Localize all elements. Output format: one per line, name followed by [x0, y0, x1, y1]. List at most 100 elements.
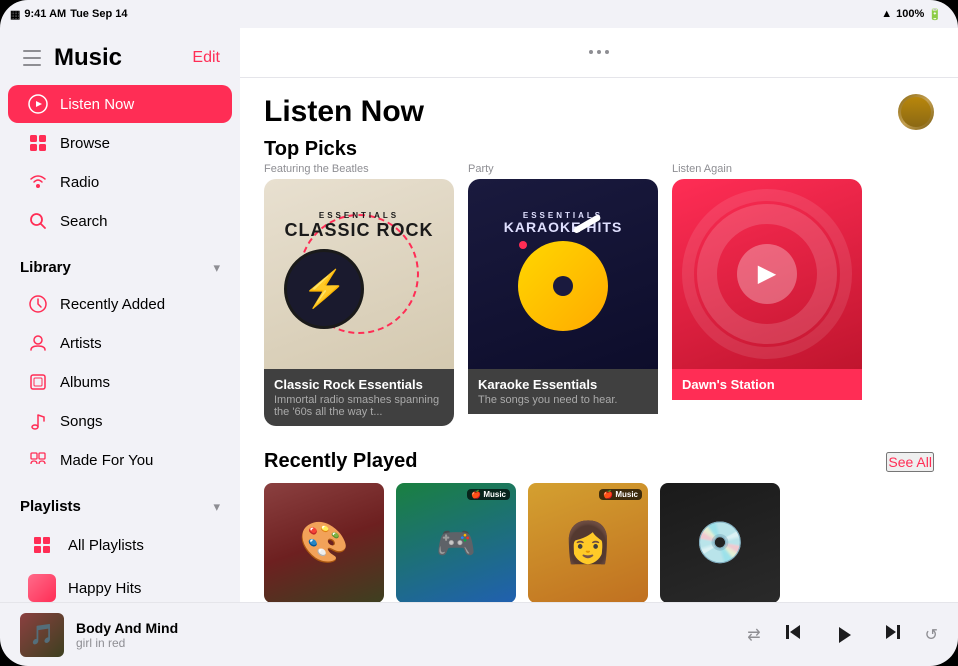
- now-playing-bar: 🎵 Body And Mind girl in red ⇄: [0, 602, 958, 666]
- sidebar-toggle-icon[interactable]: [20, 46, 44, 70]
- album-thumb-2[interactable]: 🎮 🍎Music: [396, 483, 516, 602]
- card-party-image: ESSENTIALS KARAOKE HITS: [468, 179, 658, 369]
- card-karaoke[interactable]: ESSENTIALS KARAOKE HITS K: [468, 179, 658, 426]
- nav-label-recently-added: Recently Added: [60, 296, 165, 313]
- now-playing-artist: girl in red: [76, 636, 735, 650]
- nav-section: Listen Now Browse: [0, 80, 240, 245]
- nav-label-listen-now: Listen Now: [60, 96, 134, 113]
- nav-label-made-for-you: Made For You: [60, 452, 153, 469]
- nav-label-songs: Songs: [60, 413, 103, 430]
- nav-item-albums[interactable]: Albums: [8, 363, 232, 401]
- albums-icon: [28, 372, 48, 392]
- status-bar: ▦ 9:41 AM Tue Sep 14 ▲ 100% 🔋: [0, 0, 958, 28]
- card-karaoke-label: Karaoke Essentials The songs you need to…: [468, 369, 658, 414]
- playlist-item-all[interactable]: All Playlists: [8, 524, 232, 566]
- repeat-button[interactable]: ↺: [925, 625, 938, 645]
- nav-label-albums: Albums: [60, 374, 110, 391]
- edit-button[interactable]: Edit: [192, 49, 220, 67]
- app-title: Music: [54, 44, 122, 72]
- card-sub-label-1: Party: [468, 163, 658, 175]
- sidebar: Music Edit Listen Now: [0, 28, 240, 602]
- library-chevron-icon: ▾: [213, 260, 220, 276]
- listen-now-icon: [28, 94, 48, 114]
- now-playing-info: Body And Mind girl in red: [76, 620, 735, 650]
- card-sub-labels: Featuring the Beatles Party Listen Again: [264, 163, 934, 175]
- happy-hits-thumb: [28, 574, 56, 602]
- nav-label-radio: Radio: [60, 174, 99, 191]
- library-title: Library: [20, 259, 71, 276]
- more-options-menu[interactable]: [589, 50, 609, 54]
- now-playing-thumb: 🎵: [20, 613, 64, 657]
- wifi-icon: ▲: [881, 8, 892, 20]
- nav-label-browse: Browse: [60, 135, 110, 152]
- top-picks-cards: ESSENTIALS CLASSIC ROCK ⚡ Classic Rock E…: [264, 179, 934, 426]
- sidebar-icon: ▦: [10, 8, 20, 21]
- nav-label-search: Search: [60, 213, 108, 230]
- recently-added-icon: [28, 294, 48, 314]
- card-radio-title: Dawn's Station: [682, 377, 852, 392]
- recently-played-title: Recently Played: [264, 450, 417, 473]
- search-icon: [28, 211, 48, 231]
- content-top-bar: [240, 28, 958, 78]
- nav-item-radio[interactable]: Radio: [8, 163, 232, 201]
- browse-icon: [28, 133, 48, 153]
- album-thumb-1[interactable]: 🎨: [264, 483, 384, 602]
- page-title: Listen Now: [264, 95, 424, 129]
- nav-item-recently-added[interactable]: Recently Added: [8, 285, 232, 323]
- play-pause-button[interactable]: [825, 617, 861, 653]
- all-playlists-icon: [28, 531, 56, 559]
- playlists-section-header[interactable]: Playlists ▾: [0, 484, 240, 519]
- card-classic-title: Classic Rock Essentials: [274, 377, 444, 392]
- nav-item-songs[interactable]: Songs: [8, 402, 232, 440]
- top-picks-section: Top Picks Featuring the Beatles Party Li…: [240, 138, 958, 442]
- songs-icon: [28, 411, 48, 431]
- nav-item-listen-now[interactable]: Listen Now: [8, 85, 232, 123]
- nav-item-artists[interactable]: Artists: [8, 324, 232, 362]
- top-picks-title: Top Picks: [264, 138, 934, 161]
- card-karaoke-subtitle: The songs you need to hear.: [478, 394, 648, 406]
- card-radio-label: Dawn's Station: [672, 369, 862, 400]
- apple-music-badge-2: 🍎Music: [599, 489, 642, 500]
- card-classic-rock[interactable]: ESSENTIALS CLASSIC ROCK ⚡ Classic Rock E…: [264, 179, 454, 426]
- library-section-header[interactable]: Library ▾: [0, 245, 240, 280]
- time: 9:41 AM: [24, 8, 66, 20]
- battery: 100%: [896, 8, 924, 20]
- recently-played-albums: 🎨 🎮 🍎Music 👩 🍎Music 💿: [240, 483, 958, 602]
- made-for-you-icon: [28, 450, 48, 470]
- playlists-chevron-icon: ▾: [213, 499, 220, 515]
- now-playing-controls: ⇄ ↺: [747, 617, 938, 653]
- recently-played-header: Recently Played See All: [240, 442, 958, 483]
- see-all-button[interactable]: See All: [886, 452, 934, 472]
- card-classic-image: ESSENTIALS CLASSIC ROCK ⚡: [264, 179, 454, 369]
- user-avatar[interactable]: [898, 94, 934, 130]
- card-classic-subtitle: Immortal radio smashes spanning the '60s…: [274, 394, 444, 418]
- radio-icon: [28, 172, 48, 192]
- shuffle-button[interactable]: ⇄: [747, 625, 760, 645]
- card-radio-image: ▶: [672, 179, 862, 369]
- playlists-title: Playlists: [20, 498, 81, 515]
- content-area: Listen Now Top Picks Featuring the Beatl…: [240, 28, 958, 602]
- card-sub-label-0: Featuring the Beatles: [264, 163, 454, 175]
- playlist-label-happy-hits: Happy Hits: [68, 580, 141, 597]
- nav-item-browse[interactable]: Browse: [8, 124, 232, 162]
- playlists-nav-section: All Playlists Happy Hits Piano Chill: [0, 519, 240, 602]
- apple-music-badge: 🍎Music: [467, 489, 510, 500]
- next-button[interactable]: [881, 620, 905, 650]
- library-nav-section: Recently Added Artists: [0, 280, 240, 484]
- nav-item-search[interactable]: Search: [8, 202, 232, 240]
- album-thumb-3[interactable]: 👩 🍎Music: [528, 483, 648, 602]
- card-karaoke-title: Karaoke Essentials: [478, 377, 648, 392]
- card-sub-label-2: Listen Again: [672, 163, 862, 175]
- date: Tue Sep 14: [70, 8, 127, 20]
- nav-label-artists: Artists: [60, 335, 102, 352]
- playlist-item-happy-hits[interactable]: Happy Hits: [8, 567, 232, 602]
- prev-button[interactable]: [781, 620, 805, 650]
- playlist-label-all: All Playlists: [68, 537, 144, 554]
- card-classic-label: Classic Rock Essentials Immortal radio s…: [264, 369, 454, 426]
- battery-icon: 🔋: [928, 8, 942, 21]
- nav-item-made-for-you[interactable]: Made For You: [8, 441, 232, 479]
- artists-icon: [28, 333, 48, 353]
- album-thumb-4[interactable]: 💿: [660, 483, 780, 602]
- card-radio[interactable]: ▶ Dawn's Station: [672, 179, 862, 426]
- page-header: Listen Now: [240, 78, 958, 138]
